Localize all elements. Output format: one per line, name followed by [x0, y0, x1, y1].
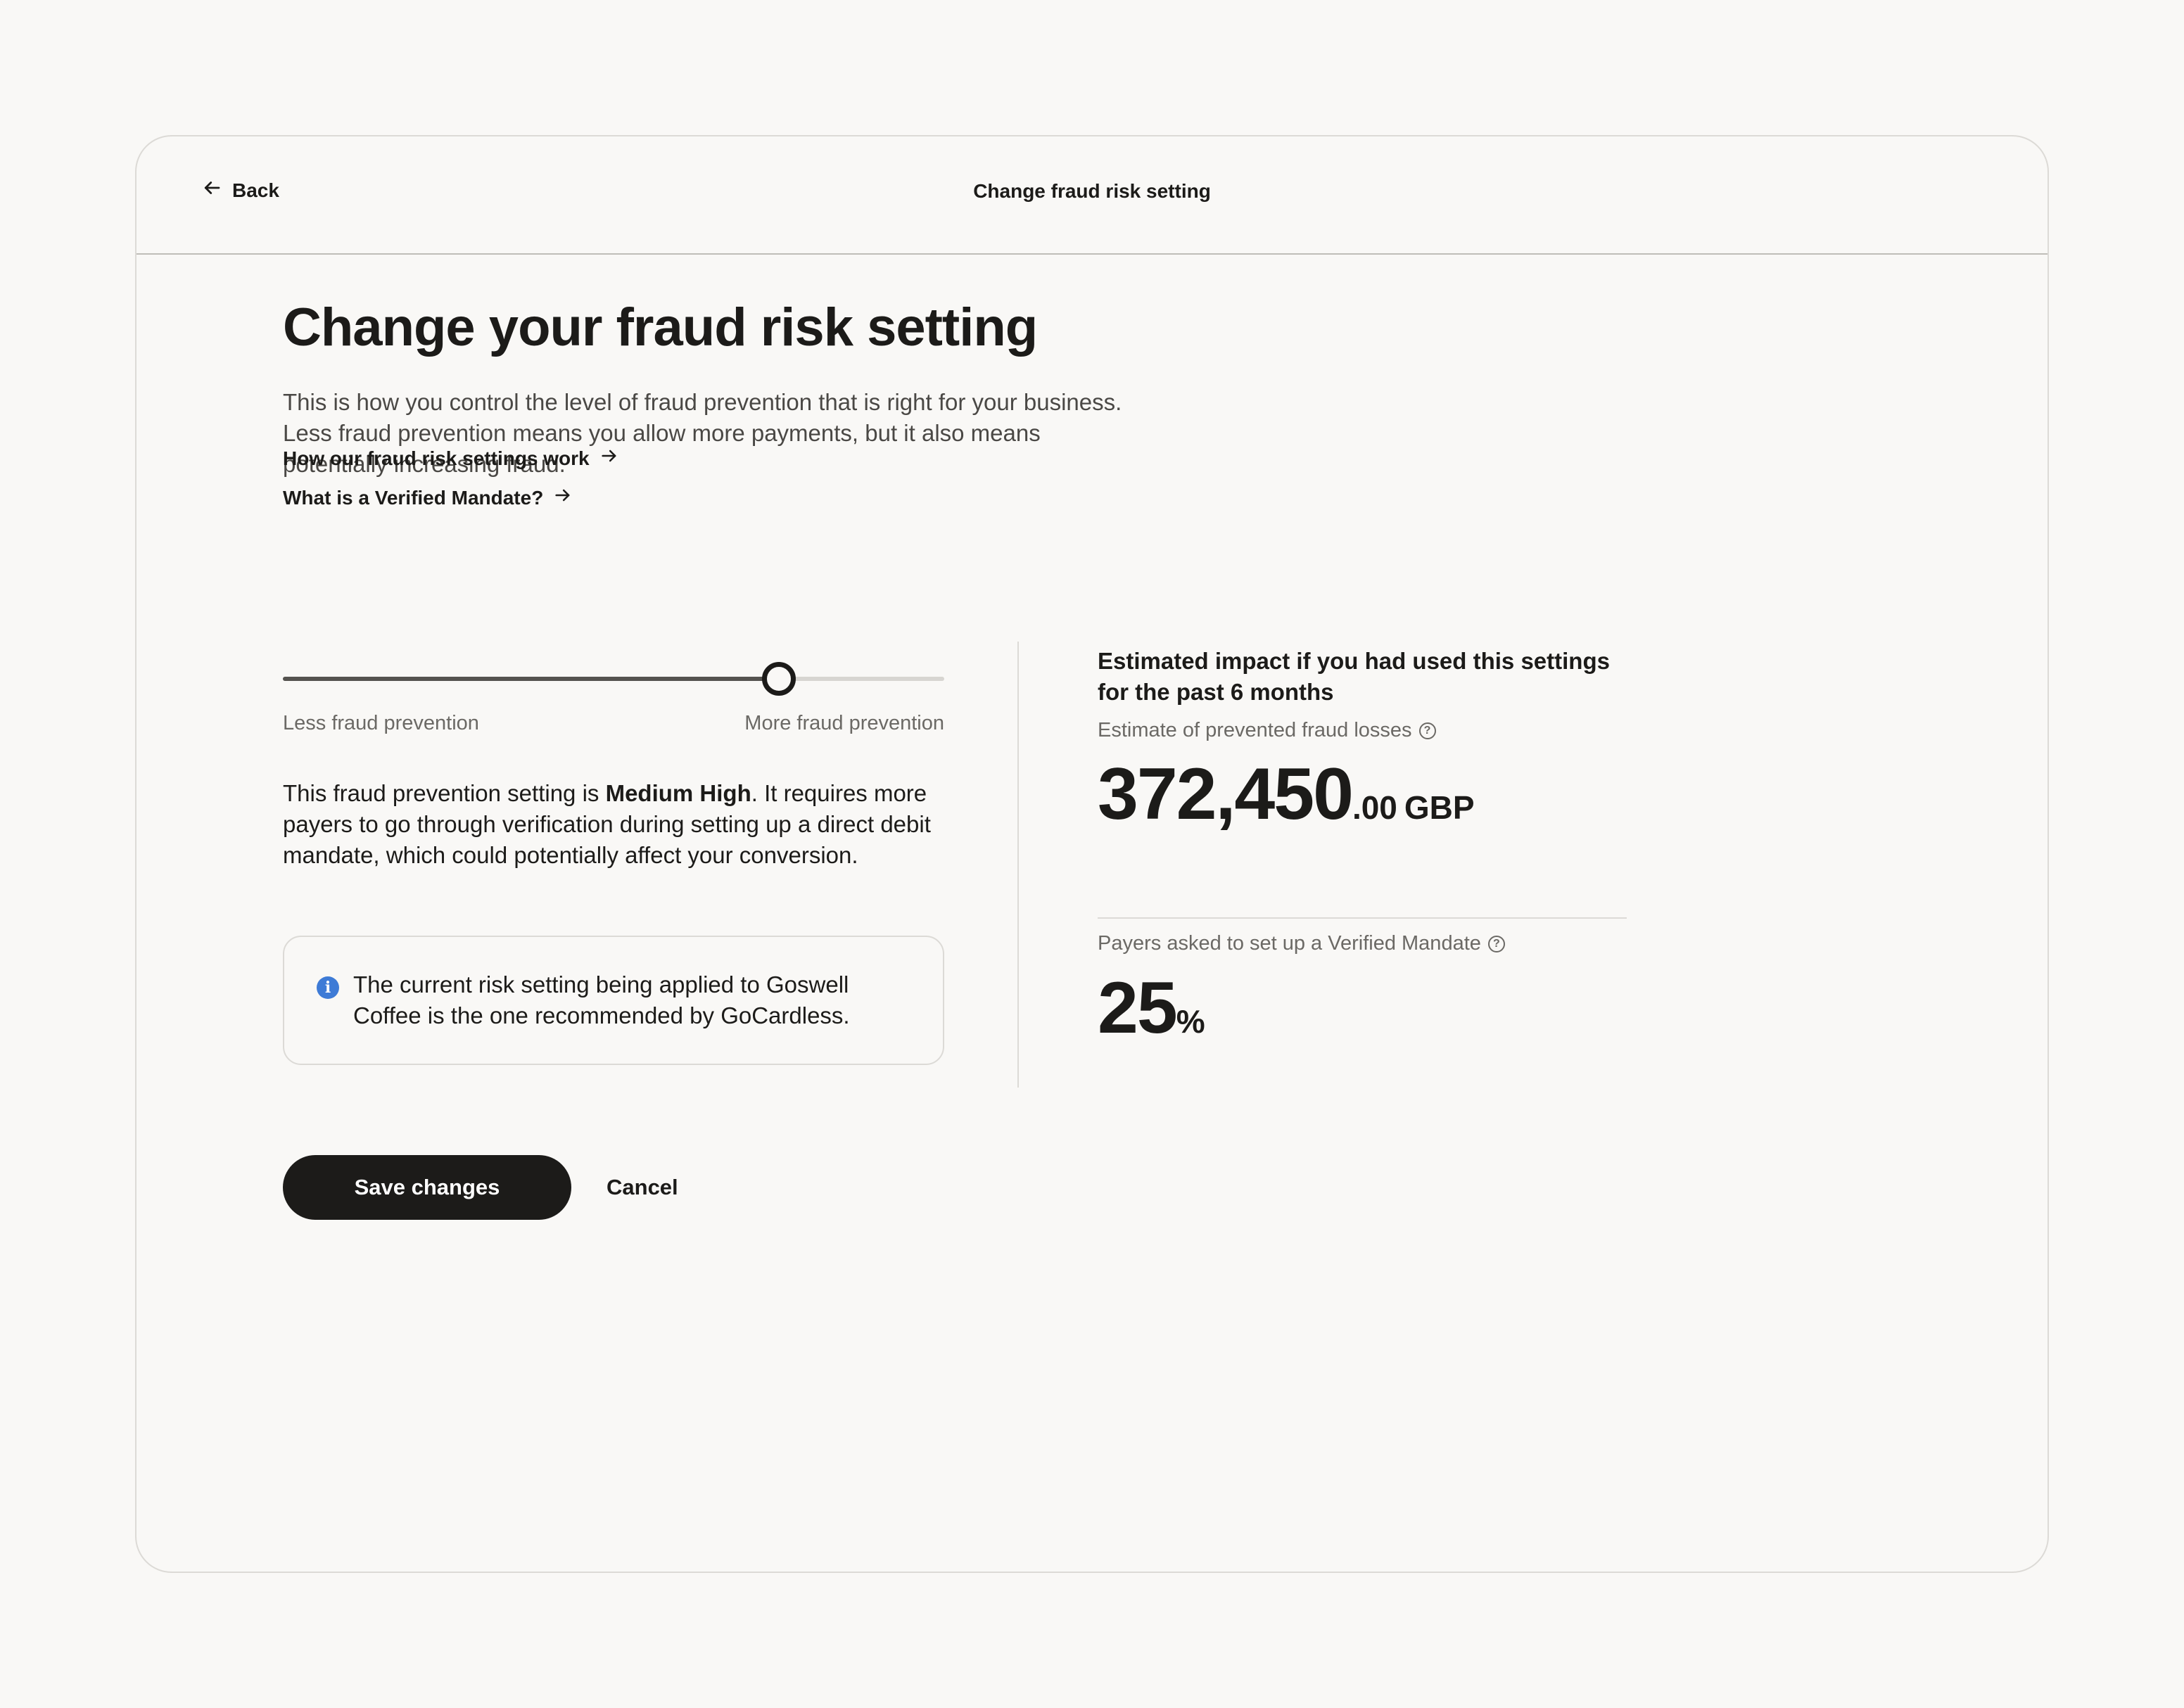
verified-mandate-value: 25 % [1098, 967, 1205, 1050]
slider-fill [283, 677, 779, 681]
save-changes-button[interactable]: Save changes [283, 1155, 571, 1220]
setting-description: This fraud prevention setting is Medium … [283, 778, 958, 871]
horizontal-divider [1098, 917, 1627, 919]
vertical-divider [1017, 642, 1019, 1088]
setting-desc-prefix: This fraud prevention setting is [283, 780, 606, 806]
page-title: Change your fraud risk setting [283, 298, 1038, 357]
verified-mandate-unit: % [1176, 1003, 1205, 1040]
fraud-losses-label: Estimate of prevented fraud losses ? [1098, 719, 1436, 742]
impact-title: Estimated impact if you had used this se… [1098, 648, 1610, 705]
fraud-losses-currency: GBP [1404, 789, 1475, 826]
info-callout: i The current risk setting being applied… [283, 936, 944, 1065]
top-bar: Back Change fraud risk setting [136, 136, 2048, 255]
arrow-right-icon [599, 446, 619, 471]
slider-max-label: More fraud prevention [744, 712, 944, 734]
fraud-losses-value: 372,450 .00 GBP [1098, 753, 1475, 836]
slider-thumb[interactable] [762, 662, 796, 696]
arrow-right-icon [553, 485, 573, 510]
slider-min-label: Less fraud prevention [283, 712, 479, 734]
info-text: The current risk setting being applied t… [353, 971, 850, 1028]
verified-mandate-label-text: Payers asked to set up a Verified Mandat… [1098, 932, 1481, 955]
fraud-prevention-slider[interactable] [283, 657, 944, 699]
verified-mandate-number: 25 [1098, 967, 1178, 1049]
help-icon[interactable]: ? [1487, 935, 1505, 952]
verified-mandate-label: Payers asked to set up a Verified Mandat… [1098, 932, 1505, 955]
fraud-losses-label-text: Estimate of prevented fraud losses [1098, 719, 1412, 741]
link-fraud-risk-settings[interactable]: How our fraud risk settings work [283, 446, 619, 471]
help-icon[interactable]: ? [1418, 722, 1436, 739]
info-icon: i [317, 976, 339, 999]
fraud-losses-integer: 372,450 [1098, 753, 1354, 835]
link-verified-mandate[interactable]: What is a Verified Mandate? [283, 485, 573, 510]
setting-level: Medium High [605, 780, 751, 806]
fraud-losses-decimals: .00 [1352, 789, 1397, 826]
link-label: What is a Verified Mandate? [283, 486, 544, 509]
link-label: How our fraud risk settings work [283, 447, 590, 469]
cancel-button[interactable]: Cancel [607, 1175, 678, 1200]
topbar-title: Change fraud risk setting [973, 180, 1211, 202]
modal-frame: Back Change fraud risk setting Change yo… [135, 135, 2049, 1573]
